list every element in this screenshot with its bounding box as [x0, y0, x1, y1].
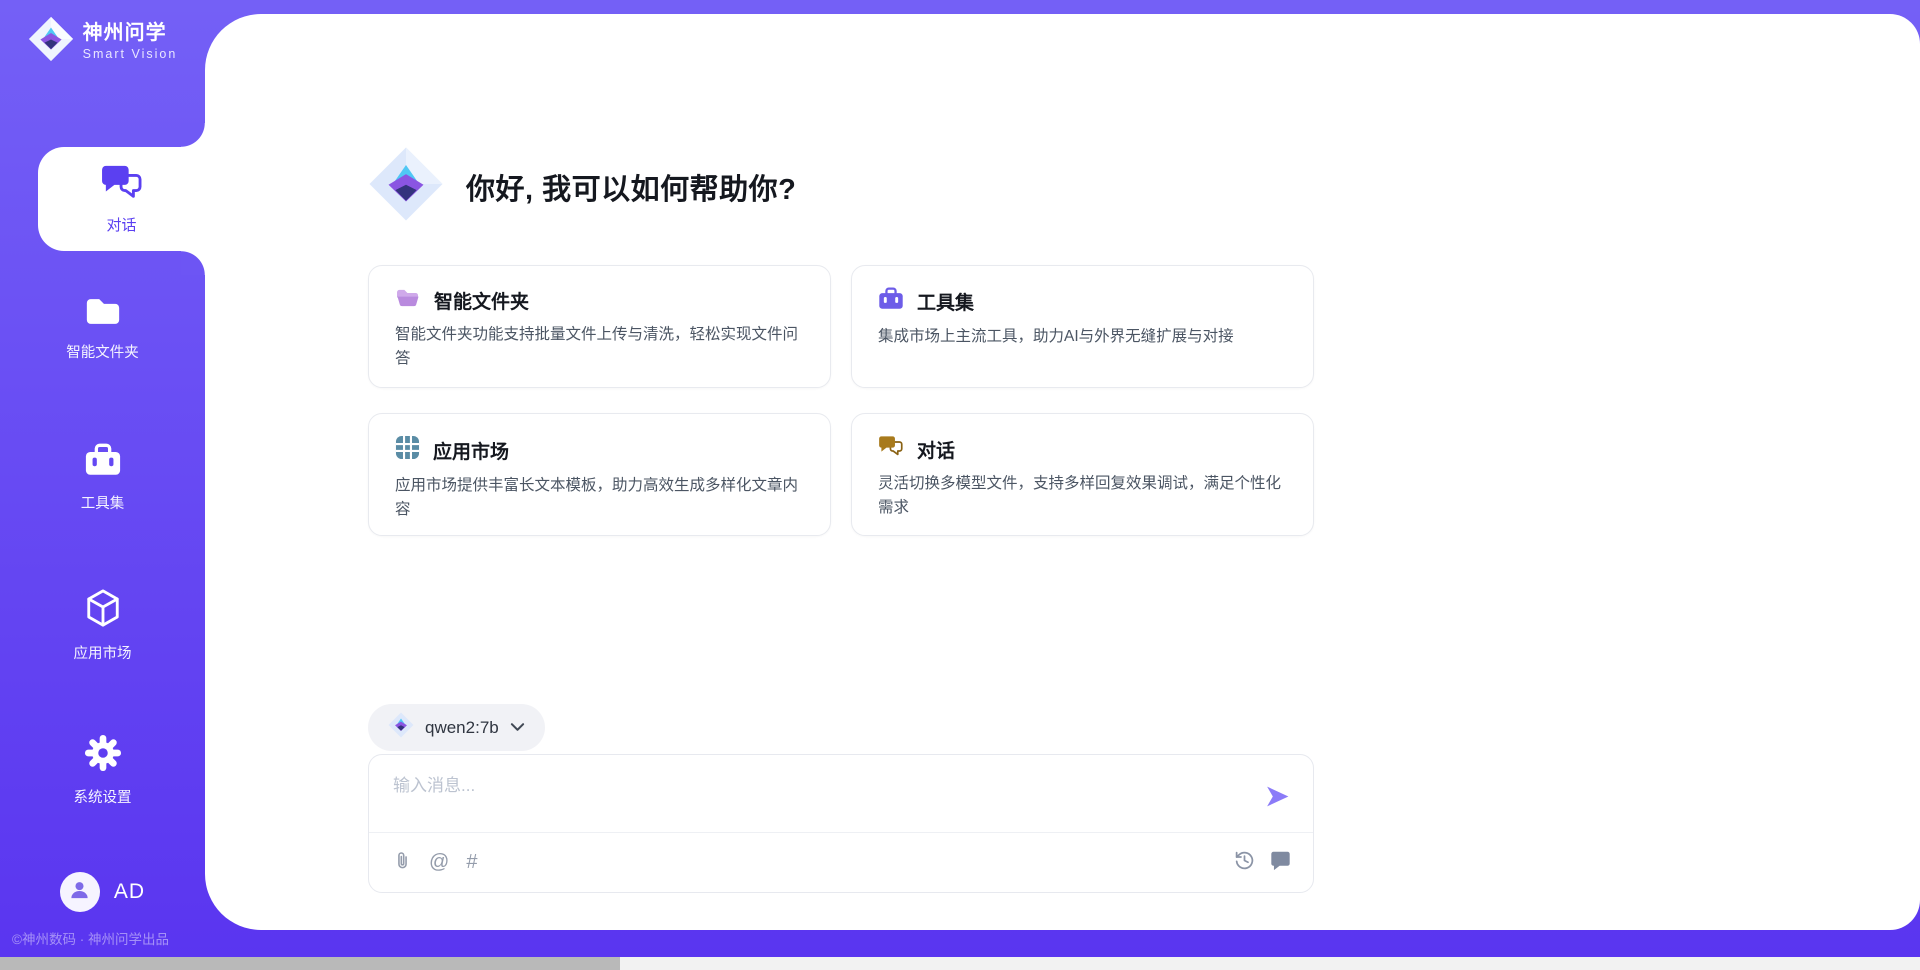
diamond-logo-icon [368, 146, 444, 227]
send-icon [1264, 783, 1291, 813]
user-initials: AD [114, 880, 145, 904]
chevron-down-icon [510, 719, 525, 737]
folder-icon [84, 296, 122, 332]
comment-button[interactable] [1270, 850, 1291, 874]
scrollbar-thumb[interactable] [0, 957, 620, 970]
sidebar-item-label: 工具集 [81, 492, 125, 513]
sidebar-item-toolset[interactable]: 工具集 [0, 443, 205, 513]
person-icon [68, 878, 91, 906]
user-profile[interactable]: AD [0, 872, 205, 912]
brand-name: 神州问学 [83, 22, 178, 45]
grid-icon [395, 435, 420, 465]
history-icon [1234, 850, 1255, 874]
brand-subtitle: Smart Vision [83, 47, 178, 61]
active-tab-curve-bottom [181, 251, 205, 275]
comment-icon [1270, 850, 1291, 874]
composer: @ # [368, 754, 1314, 893]
cube-icon [84, 588, 122, 633]
briefcase-icon [878, 287, 904, 316]
sidebar-item-settings[interactable]: 系统设置 [0, 734, 205, 807]
mention-icon: @ [429, 852, 449, 872]
sidebar-item-chat[interactable]: 对话 [38, 147, 205, 251]
feature-card-smart-folder[interactable]: 智能文件夹 智能文件夹功能支持批量文件上传与清洗，轻松实现文件问答 [368, 265, 831, 388]
chat-bubbles-icon [100, 164, 144, 207]
feature-card-toolset[interactable]: 工具集 集成市场上主流工具，助力AI与外界无缝扩展与对接 [851, 265, 1314, 388]
diamond-logo-icon [28, 16, 74, 67]
feature-cards: 智能文件夹 智能文件夹功能支持批量文件上传与清洗，轻松实现文件问答 工具集 集成… [368, 265, 1314, 536]
hash-icon: # [466, 852, 477, 872]
card-description: 智能文件夹功能支持批量文件上传与清洗，轻松实现文件问答 [395, 323, 804, 371]
composer-toolbar: @ # [393, 845, 1291, 879]
model-selector-label: qwen2:7b [425, 718, 499, 738]
sidebar-item-label: 系统设置 [74, 786, 132, 807]
feature-card-app-market[interactable]: 应用市场 应用市场提供丰富长文本模板，助力高效生成多样化文章内容 [368, 413, 831, 536]
briefcase-icon [84, 443, 122, 483]
card-description: 集成市场上主流工具，助力AI与外界无缝扩展与对接 [878, 325, 1287, 349]
card-description: 应用市场提供丰富长文本模板，助力高效生成多样化文章内容 [395, 474, 804, 522]
page-title: 你好, 我可以如何帮助你? [466, 166, 796, 208]
sidebar-item-label: 对话 [106, 214, 136, 235]
sidebar-item-label: 应用市场 [74, 642, 132, 663]
sidebar-item-app-market[interactable]: 应用市场 [0, 588, 205, 663]
history-button[interactable] [1234, 850, 1255, 874]
avatar [60, 872, 100, 912]
card-title: 应用市场 [433, 437, 509, 464]
horizontal-scrollbar[interactable] [0, 957, 1920, 970]
card-title: 智能文件夹 [434, 287, 529, 314]
composer-divider [369, 832, 1313, 833]
sidebar-item-label: 智能文件夹 [66, 341, 139, 362]
greeting: 你好, 我可以如何帮助你? [368, 146, 796, 227]
paperclip-icon [393, 850, 412, 874]
sidebar: 神州问学 Smart Vision 对话 智能文件夹 [0, 0, 205, 957]
send-button[interactable] [1261, 782, 1293, 814]
open-folder-icon [395, 288, 421, 314]
feature-card-chat[interactable]: 对话 灵活切换多模型文件，支持多样回复效果调试，满足个性化需求 [851, 413, 1314, 536]
brand-logo: 神州问学 Smart Vision [0, 16, 205, 67]
active-tab-curve-top [181, 123, 205, 147]
hash-button[interactable]: # [466, 852, 477, 872]
diamond-logo-icon [388, 712, 414, 743]
message-input[interactable] [393, 776, 1223, 796]
model-selector[interactable]: qwen2:7b [368, 704, 545, 751]
sidebar-footer-text: ©神州数码 · 神州问学出品 [12, 928, 169, 948]
sidebar-item-smart-folder[interactable]: 智能文件夹 [0, 296, 205, 362]
gear-icon [84, 734, 122, 777]
card-title: 工具集 [917, 288, 974, 315]
attach-button[interactable] [393, 850, 412, 874]
card-title: 对话 [917, 436, 955, 463]
chat-bubbles-icon [878, 435, 904, 463]
mention-button[interactable]: @ [429, 852, 449, 872]
card-description: 灵活切换多模型文件，支持多样回复效果调试，满足个性化需求 [878, 472, 1287, 520]
